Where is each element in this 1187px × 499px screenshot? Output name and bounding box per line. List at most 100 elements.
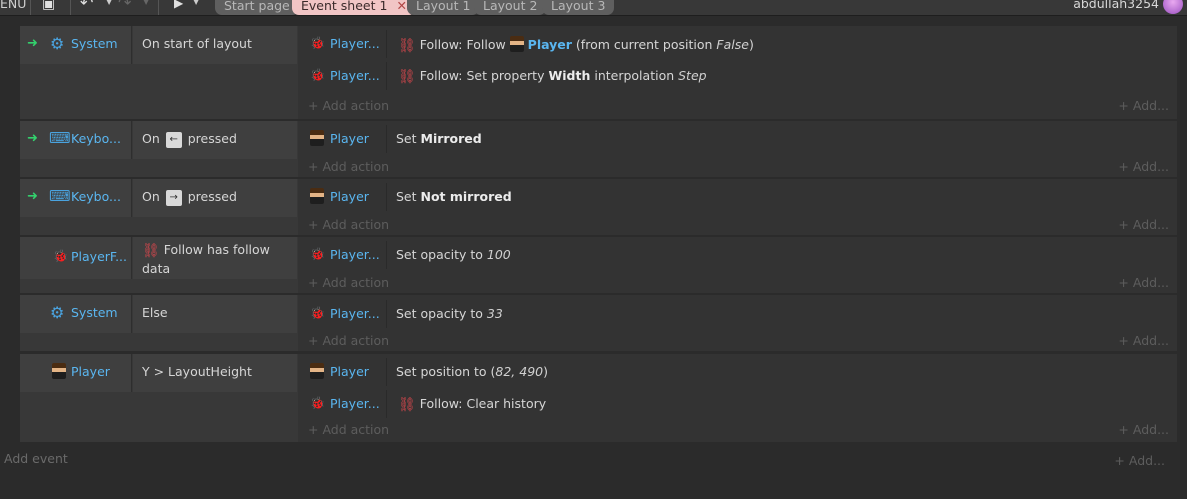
player-sprite-icon [310, 130, 324, 146]
action-text[interactable]: Set position to (82, 490) [396, 364, 548, 379]
redo-dropdown-icon[interactable]: ▼ [143, 0, 149, 6]
condition-column: 🐞 PlayerF... ⛓ Follow has follow data [20, 237, 297, 293]
condition-row[interactable]: 🐞 PlayerF... ⛓ Follow has follow data [20, 237, 297, 279]
action-row[interactable]: 🐞 Player... Set opacity to 100 [298, 241, 1177, 269]
action-text[interactable]: Set opacity to 100 [396, 247, 511, 262]
condition-row[interactable]: ➜ ⌨ Keybo... On ← pressed [20, 121, 297, 159]
condition-text[interactable]: Y > LayoutHeight [133, 354, 297, 392]
condition-text[interactable]: On start of layout [133, 26, 297, 64]
action-row[interactable]: 🐞 Player... ⛓ Follow: Clear history [298, 390, 1177, 418]
action-text-part: Set opacity to [396, 247, 487, 262]
action-param-value: 33 [486, 306, 503, 321]
close-icon[interactable]: ✕ [396, 0, 406, 13]
event-block[interactable]: ⚙ System Else 🐞 Player... Set opacity to … [20, 295, 1177, 351]
action-row[interactable]: 🐞 Player... ⛓ Follow: Follow Player (from… [298, 30, 1177, 58]
condition-row[interactable]: Player Y > LayoutHeight [20, 354, 297, 392]
add-more-button[interactable]: + Add... [1118, 98, 1169, 113]
action-object-name: Player... [330, 247, 380, 262]
bug-icon: 🐞 [53, 249, 68, 263]
action-object[interactable]: Player [298, 358, 387, 386]
play-icon[interactable]: ▶ [174, 0, 183, 10]
condition-text[interactable]: Else [133, 295, 297, 333]
left-arrow-key-icon: ← [165, 132, 182, 148]
condition-object[interactable]: ➜ ⚙ System [20, 26, 132, 64]
add-more-button[interactable]: + Add... [1118, 333, 1169, 348]
add-more-button[interactable]: + Add... [1118, 159, 1169, 174]
condition-label: Y > LayoutHeight [142, 364, 252, 379]
action-object-name: Player... [330, 306, 380, 321]
action-row[interactable]: Player Set Mirrored [298, 125, 1177, 153]
action-text[interactable]: Set opacity to 33 [396, 306, 503, 321]
action-text[interactable]: Set Not mirrored [396, 189, 512, 204]
user-name[interactable]: abdullah3254 [1073, 0, 1159, 11]
add-action-button[interactable]: + Add action [308, 333, 389, 348]
condition-text-part: On [142, 131, 160, 146]
tab-start-page[interactable]: Start page [215, 0, 299, 15]
event-block[interactable]: 🐞 PlayerF... ⛓ Follow has follow data 🐞 Pl… [20, 237, 1177, 293]
condition-text[interactable]: ⛓ Follow has follow data [133, 237, 297, 279]
action-object[interactable]: 🐞 Player... [298, 62, 387, 90]
action-row[interactable]: 🐞 Player... Set opacity to 33 [298, 300, 1177, 328]
condition-text-part: On [142, 189, 160, 204]
tab-layout-3[interactable]: Layout 3 [542, 0, 615, 15]
action-object[interactable]: 🐞 Player... [298, 241, 387, 269]
construct-editor: ENU ▣ ↶ ▼ ↷ ▼ ▶ ▼ Start page Event sheet… [0, 0, 1187, 499]
actions-column: 🐞 Player... ⛓ Follow: Follow Player (from… [298, 26, 1177, 119]
condition-row[interactable]: ⚙ System Else [20, 295, 297, 333]
play-dropdown-icon[interactable]: ▼ [193, 0, 199, 6]
event-block[interactable]: ➜ ⌨ Keybo... On → pressed Player Set Not… [20, 179, 1177, 235]
action-param-object: Player [527, 37, 572, 52]
action-row[interactable]: Player Set position to (82, 490) [298, 358, 1177, 386]
event-block[interactable]: ➜ ⚙ System On start of layout 🐞 Player...… [20, 26, 1177, 119]
add-more-button[interactable]: + Add... [1118, 422, 1169, 437]
tab-layout-2[interactable]: Layout 2 [474, 0, 547, 15]
condition-row[interactable]: ➜ ⌨ Keybo... On → pressed [20, 179, 297, 217]
event-block[interactable]: ➜ ⌨ Keybo... On ← pressed Player Set Mir… [20, 121, 1177, 177]
add-event-button[interactable]: Add event [4, 451, 68, 466]
action-object[interactable]: 🐞 Player... [298, 300, 387, 328]
action-row[interactable]: Player Set Not mirrored [298, 183, 1177, 211]
right-arrow-key-icon: → [165, 190, 182, 206]
add-action-button[interactable]: + Add action [308, 422, 389, 437]
action-object[interactable]: Player [298, 125, 387, 153]
save-icon[interactable]: ▣ [42, 0, 55, 12]
action-object[interactable]: 🐞 Player... [298, 390, 387, 418]
add-action-button[interactable]: + Add action [308, 217, 389, 232]
action-text[interactable]: ⛓ Follow: Follow Player (from current po… [398, 36, 754, 54]
condition-column: Player Y > LayoutHeight [20, 354, 297, 442]
follow-behavior-icon: ⛓ [398, 69, 416, 85]
action-object[interactable]: Player [298, 183, 387, 211]
add-action-button[interactable]: + Add action [308, 98, 389, 113]
action-object[interactable]: 🐞 Player... [298, 30, 387, 58]
add-more-button[interactable]: + Add... [1114, 453, 1165, 468]
condition-object-name: PlayerF... [71, 249, 127, 264]
redo-icon[interactable]: ↷ [118, 0, 131, 12]
user-avatar[interactable] [1163, 0, 1183, 14]
condition-row[interactable]: ➜ ⚙ System On start of layout [20, 26, 297, 64]
add-more-button[interactable]: + Add... [1118, 275, 1169, 290]
undo-icon[interactable]: ↶ [80, 0, 93, 12]
condition-text[interactable]: On ← pressed [133, 121, 297, 159]
condition-object[interactable]: ⚙ System [20, 295, 132, 333]
action-text[interactable]: ⛓ Follow: Clear history [398, 396, 546, 413]
action-row[interactable]: 🐞 Player... ⛓ Follow: Set property Width … [298, 62, 1177, 90]
toolbar-separator [30, 0, 31, 15]
tab-layout-1[interactable]: Layout 1 [407, 0, 480, 15]
action-text[interactable]: Set Mirrored [396, 131, 482, 146]
action-text[interactable]: ⛓ Follow: Set property Width interpolati… [398, 68, 707, 85]
add-action-button[interactable]: + Add action [308, 159, 389, 174]
condition-object[interactable]: ➜ ⌨ Keybo... [20, 179, 132, 217]
event-block[interactable]: Player Y > LayoutHeight Player Set posit… [20, 354, 1177, 442]
condition-object[interactable]: Player [20, 354, 132, 392]
condition-column: ➜ ⌨ Keybo... On → pressed [20, 179, 297, 235]
add-more-button[interactable]: + Add... [1118, 217, 1169, 232]
trigger-arrow-icon: ➜ [27, 189, 38, 204]
tab-event-sheet-1[interactable]: Event sheet 1 ✕ [292, 0, 416, 15]
condition-object[interactable]: ➜ ⌨ Keybo... [20, 121, 132, 159]
main-menu-button[interactable]: ENU [0, 0, 26, 11]
add-action-button[interactable]: + Add action [308, 275, 389, 290]
condition-object[interactable]: 🐞 PlayerF... [20, 237, 132, 279]
condition-text[interactable]: On → pressed [133, 179, 297, 217]
undo-dropdown-icon[interactable]: ▼ [106, 0, 112, 6]
bug-icon: 🐞 [310, 247, 325, 261]
